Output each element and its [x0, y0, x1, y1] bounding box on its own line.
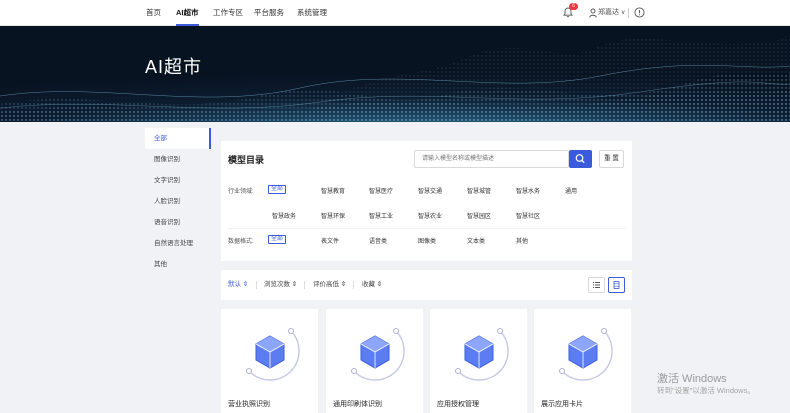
sidebar-item-face-recognition[interactable]: 人脸识别: [145, 191, 211, 212]
sort-toolbar: 默认 ⇕ 浏览次数 ⇕ 评价高低 ⇕ 收藏 ⇕: [221, 270, 632, 300]
user-icon: [589, 8, 597, 18]
model-card-name: 展示应用卡片: [541, 401, 583, 408]
user-menu[interactable]: 郑嘉达 ∨: [598, 0, 625, 26]
industry-tag-agriculture[interactable]: 智慧农业: [418, 211, 442, 220]
industry-tag-industry[interactable]: 智慧工业: [369, 211, 393, 220]
grid-view-button[interactable]: [608, 277, 625, 293]
page-title: 模型目录: [228, 155, 265, 165]
windows-activation-watermark-title: 激活 Windows: [657, 373, 727, 385]
industry-tag-water[interactable]: 智慧水务: [516, 186, 540, 195]
model-card[interactable]: 营业执照识别: [221, 309, 318, 413]
nav-item-workspace[interactable]: 工作专区: [213, 0, 243, 26]
sidebar-item-image-recognition[interactable]: 图像识别: [145, 149, 211, 170]
industry-tag-medical[interactable]: 智慧医疗: [369, 186, 393, 195]
format-tag-table[interactable]: 表文件: [321, 236, 339, 245]
sidebar-item-speech-recognition[interactable]: 语音识别: [145, 212, 211, 233]
filter-divider: [228, 228, 625, 229]
industry-tag-city-management[interactable]: 智慧城管: [467, 186, 491, 195]
search-input[interactable]: [414, 150, 569, 168]
cube-model-icon: [246, 328, 300, 381]
banner-title: AI超市: [145, 57, 203, 77]
sidebar-item-nlp[interactable]: 自然语言处理: [145, 233, 211, 254]
grid-icon: [613, 281, 620, 289]
nav-item-ai-market[interactable]: AI超市: [176, 0, 199, 26]
sort-divider: [353, 281, 354, 289]
sidebar-item-text-recognition[interactable]: 文字识别: [145, 170, 211, 191]
model-catalog-panel: 模型目录 重 置 行业领域: 全部 智慧教育 智慧医疗 智慧交通 智慧城管 智慧…: [221, 141, 632, 261]
sort-rating[interactable]: 评价高低 ⇕: [313, 270, 346, 300]
cube-model-icon: [351, 328, 405, 381]
list-icon: [593, 282, 600, 288]
reset-button[interactable]: 重 置: [599, 150, 624, 168]
nav-item-home[interactable]: 首页: [146, 0, 161, 26]
notification-badge: 6: [569, 3, 578, 10]
format-tag-image[interactable]: 图像类: [418, 236, 436, 245]
banner-particle-waves: [0, 38, 790, 122]
format-tag-audio[interactable]: 语音类: [369, 236, 387, 245]
info-icon[interactable]: [634, 7, 645, 18]
windows-activation-watermark-subtitle: 转到"设置"以激活 Windows。: [657, 386, 755, 395]
cube-model-icon: [559, 328, 613, 381]
user-name: 郑嘉达: [598, 9, 619, 16]
cube-model-icon: [455, 328, 509, 381]
model-card-name: 营业执照识别: [228, 401, 270, 408]
format-tag-text[interactable]: 文本类: [467, 236, 485, 245]
model-card-name: 通用印刷体识别: [333, 401, 382, 408]
nav-divider: [628, 8, 629, 18]
industry-tag-traffic[interactable]: 智慧交通: [418, 186, 442, 195]
format-filter-label: 数据格式:: [228, 239, 254, 245]
industry-filter-label: 行业领域:: [228, 189, 254, 195]
nav-item-platform-services[interactable]: 平台服务: [254, 0, 284, 26]
search-icon: [575, 154, 585, 164]
industry-tag-environment[interactable]: 智慧环保: [321, 211, 345, 220]
sort-views[interactable]: 浏览次数 ⇕: [264, 270, 297, 300]
format-tag-other[interactable]: 其他: [516, 236, 528, 245]
industry-tag-government[interactable]: 智慧政务: [272, 211, 296, 220]
model-card[interactable]: 展示应用卡片: [534, 309, 631, 413]
list-view-button[interactable]: [588, 277, 605, 293]
top-navigation-bar: 首页 AI超市 工作专区 平台服务 系统管理 6 郑嘉达 ∨: [0, 0, 790, 26]
format-tag-all[interactable]: 全部: [268, 235, 287, 244]
industry-tag-general[interactable]: 通用: [565, 186, 577, 195]
search-button[interactable]: [569, 150, 592, 168]
sort-favorites[interactable]: 收藏 ⇕: [362, 270, 382, 300]
industry-tag-education[interactable]: 智慧教育: [321, 186, 345, 195]
model-card-name: 应用授权管理: [437, 401, 479, 408]
hero-banner: AI超市: [0, 26, 790, 122]
nav-item-system-management[interactable]: 系统管理: [297, 0, 327, 26]
model-card[interactable]: 通用印刷体识别: [326, 309, 423, 413]
model-card[interactable]: 应用授权管理: [430, 309, 527, 413]
industry-tag-park[interactable]: 智慧园区: [467, 211, 491, 220]
chevron-down-icon: ∨: [620, 10, 626, 16]
sidebar-item-all[interactable]: 全部: [145, 128, 211, 149]
sort-default[interactable]: 默认 ⇕: [228, 270, 248, 300]
sidebar-item-other[interactable]: 其他: [145, 254, 211, 275]
industry-tag-community[interactable]: 智慧社区: [516, 211, 540, 220]
sort-divider: [304, 281, 305, 289]
sort-divider: [256, 281, 257, 289]
industry-tag-all[interactable]: 全部: [268, 185, 287, 194]
category-sidebar: 全部 图像识别 文字识别 人脸识别 语音识别 自然语言处理 其他: [145, 128, 211, 275]
